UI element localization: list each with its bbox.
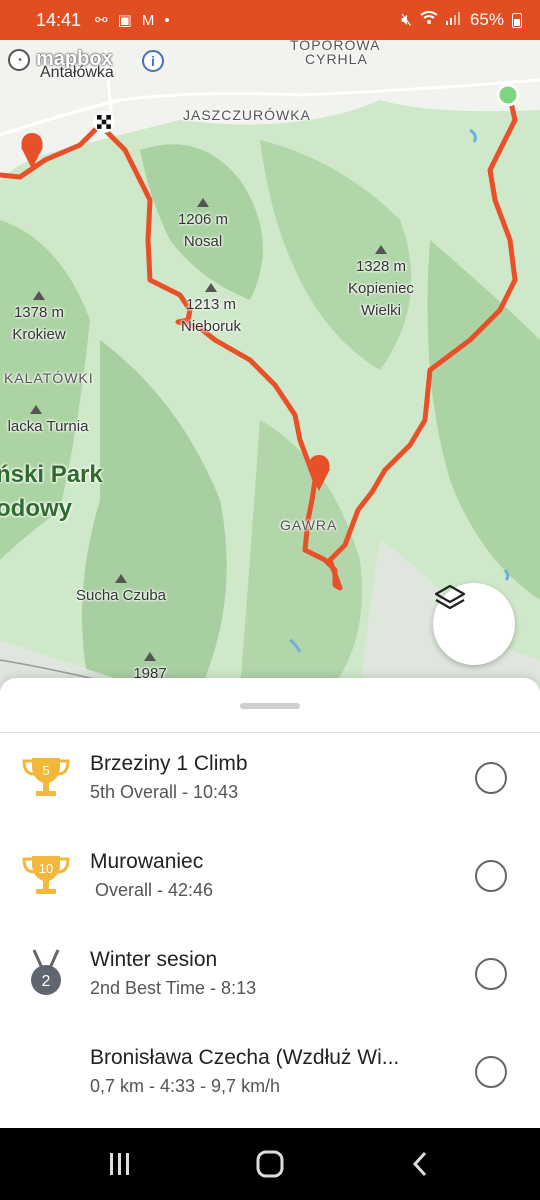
svg-text:5: 5: [42, 763, 49, 778]
recent-apps-icon: [110, 1153, 129, 1175]
segment-title: Winter sesion: [90, 948, 218, 971]
silver-medal-icon: 2: [20, 948, 72, 1000]
peak-label: 1328 m Kopieniec Wielki: [336, 245, 426, 322]
mapbox-icon: ◔: [8, 48, 30, 71]
peak-icon: [375, 245, 387, 254]
peak-icon: [33, 291, 45, 300]
place-label: CYRHLA: [305, 51, 368, 67]
link-icon: ⚯: [95, 12, 108, 29]
peak-label: lacka Turnia: [0, 405, 96, 438]
place-label: GAWRA: [280, 517, 338, 533]
route-start-marker: [496, 83, 520, 107]
segment-title: Brzeziny 1 Climb: [90, 752, 248, 775]
segment-radio[interactable]: [475, 762, 507, 794]
gmail-icon: M: [141, 11, 155, 29]
map-layers-button[interactable]: [433, 583, 515, 665]
dot-icon: •: [164, 11, 170, 29]
info-icon[interactable]: i: [142, 50, 164, 72]
back-icon: [412, 1151, 427, 1177]
segment-title: Bronisława Czecha (Wzdłuż Wi...: [90, 1046, 400, 1069]
segment-subtitle: 2nd Best Time - 8:13: [90, 978, 257, 998]
status-time: 14:41: [36, 9, 82, 30]
wifi-icon: [420, 10, 438, 30]
home-icon: [256, 1150, 284, 1178]
gold-trophy-icon: 5: [20, 752, 72, 804]
home-button[interactable]: [250, 1146, 290, 1182]
peak-icon: [197, 198, 209, 207]
drag-handle[interactable]: [240, 703, 300, 709]
segment-subtitle: Overall - 42:46: [90, 880, 214, 900]
peak-icon: [30, 405, 42, 414]
svg-text:2: 2: [42, 973, 51, 990]
status-bar: 14:41 ⚯ ▣ M • 🔇︎ 65%: [0, 0, 540, 40]
battery-percent: 65%: [469, 10, 504, 29]
segments-sheet: 5 Brzeziny 1 Climb 5th Overall - 10:43 1…: [0, 678, 540, 1128]
battery-icon: [512, 12, 522, 28]
segment-radio[interactable]: [475, 958, 507, 990]
segment-row[interactable]: 10 Murowaniec Overall - 42:46: [0, 850, 540, 946]
place-label: JASZCZURÓWKA: [183, 107, 311, 123]
peak-label: 1213 m Nieboruk: [175, 283, 247, 338]
park-label: ński Park odowy: [0, 461, 103, 522]
place-label: KALATÓWKI: [4, 370, 94, 386]
peak-label: Sucha Czuba: [66, 574, 176, 607]
segment-subtitle: 5th Overall - 10:43: [90, 782, 239, 802]
svg-text:10: 10: [39, 861, 53, 876]
finish-flag-icon: [93, 111, 115, 133]
back-button[interactable]: [400, 1146, 440, 1182]
segment-subtitle: 0,7 km - 4:33 - 9,7 km/h: [90, 1076, 281, 1096]
peak-label: 1206 m Nosal: [168, 198, 238, 253]
segment-title: Murowaniec: [90, 850, 204, 873]
divider: [0, 732, 540, 733]
peak-icon: [115, 574, 127, 583]
peak-icon: [144, 652, 156, 661]
segment-radio[interactable]: [475, 860, 507, 892]
peak-icon: [205, 283, 217, 292]
system-nav-bar: [0, 1128, 540, 1200]
map-view[interactable]: ◔ mapbox i TOPOROWA CYRHLA Antałówka JAS…: [0, 40, 540, 690]
gold-trophy-icon: 10: [20, 850, 72, 902]
segment-row[interactable]: 5 Brzeziny 1 Climb 5th Overall - 10:43: [0, 752, 540, 848]
mute-icon: 🔇︎: [401, 10, 412, 29]
signal-icon: [445, 10, 462, 30]
place-label: Antałówka: [40, 64, 114, 81]
recent-apps-button[interactable]: [100, 1146, 140, 1182]
segment-row[interactable]: 2 Winter sesion 2nd Best Time - 8:13: [0, 948, 540, 1044]
peak-label: 1378 m Krokiew: [4, 291, 74, 346]
segment-radio[interactable]: [475, 1056, 507, 1088]
layers-icon: [434, 584, 466, 610]
image-icon: ▣: [117, 12, 132, 29]
